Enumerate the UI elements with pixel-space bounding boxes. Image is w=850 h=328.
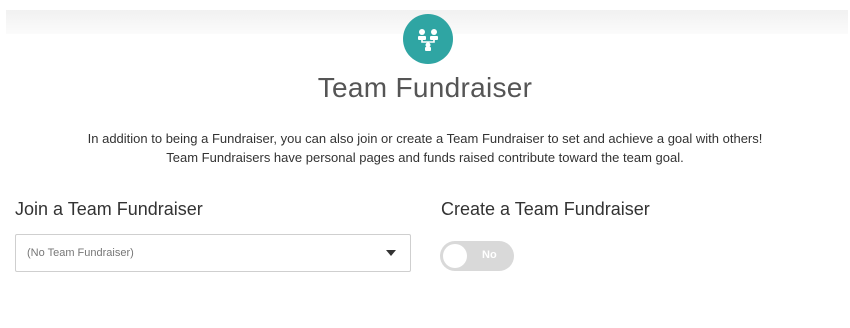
chevron-down-icon (386, 250, 396, 256)
toggle-knob (443, 244, 467, 268)
create-team-toggle[interactable]: No (440, 241, 514, 271)
join-team-heading: Join a Team Fundraiser (15, 199, 203, 219)
team-fundraiser-select[interactable]: (No Team Fundraiser) (15, 234, 411, 272)
team-hierarchy-icon (403, 14, 453, 64)
description-text: In addition to being a Fundraiser, you c… (10, 129, 840, 167)
create-team-heading: Create a Team Fundraiser (441, 199, 650, 219)
page-title: Team Fundraiser (317, 72, 533, 103)
team-hierarchy-icon-glyph (418, 29, 438, 51)
toggle-label: No (482, 249, 497, 261)
description-line-1: In addition to being a Fundraiser, you c… (87, 131, 763, 146)
select-value: (No Team Fundraiser) (27, 247, 134, 259)
description-line-2: Team Fundraisers have personal pages and… (166, 150, 684, 165)
team-fundraiser-panel: Team Fundraiser In addition to being a F… (0, 0, 850, 328)
